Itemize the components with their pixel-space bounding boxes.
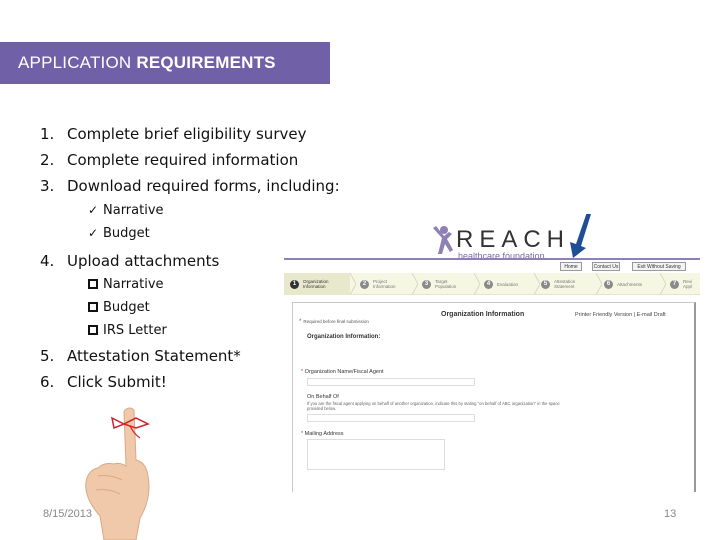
download-item: ✓ Budget <box>88 226 150 241</box>
step-text: Complete brief eligibility survey <box>67 125 307 143</box>
on-behalf-help: If you are the fiscal agent applying on … <box>307 401 560 411</box>
mailing-address-label: * Mailing Address <box>301 431 344 437</box>
step-number: 6. <box>40 373 55 391</box>
step-tab-organization-information[interactable]: 1 Organization Information <box>284 273 350 295</box>
step-separator <box>596 273 602 295</box>
step-tab-attachments[interactable]: 6 Attachments <box>600 273 660 295</box>
check-icon: ✓ <box>88 203 99 217</box>
person-figure-icon <box>433 226 453 254</box>
step-tab-review-application[interactable]: 7 Revi Appl <box>666 273 700 295</box>
step-text: Complete required information <box>67 151 299 169</box>
form-title: Organization Information <box>441 311 525 318</box>
org-name-label-text: Organization Name/Fiscal Agent <box>304 369 384 375</box>
step-tab-label: Target Population <box>435 279 457 289</box>
step-item: 4. Upload attachments <box>40 252 219 270</box>
step-text: Click Submit! <box>67 373 167 391</box>
step-tab-label: Attestation Statement <box>554 279 576 289</box>
mailing-address-label-text: Mailing Address <box>304 431 344 437</box>
step-tab-label: Project Information <box>373 279 396 289</box>
step-number-badge: 1 <box>290 279 299 289</box>
step-text: Upload attachments <box>67 252 220 270</box>
check-icon: ✓ <box>88 226 99 240</box>
step-item: 6. Click Submit! <box>40 373 167 391</box>
checkbox-icon <box>88 325 98 335</box>
step-item: 1. Complete brief eligibility survey <box>40 125 306 143</box>
download-item-text: Narrative <box>103 203 164 218</box>
progress-steps: 1 Organization Information 2 Project Infor… <box>284 273 700 295</box>
step-number: 5. <box>40 347 55 365</box>
org-name-label: * Organization Name/Fiscal Agent <box>301 369 384 375</box>
logo-word: REACH <box>456 226 571 253</box>
step-number: 2. <box>40 151 55 169</box>
step-separator <box>474 273 480 295</box>
upload-item: IRS Letter <box>88 323 167 338</box>
download-item: ✓ Narrative <box>88 203 164 218</box>
step-number: 1. <box>40 125 55 143</box>
download-item-text: Budget <box>103 226 150 241</box>
step-tab-attestation-statement[interactable]: 5 Attestation Statement <box>537 273 597 295</box>
step-tab-label: Revi Appl <box>683 279 693 289</box>
step-number-badge: 7 <box>670 279 679 289</box>
step-tab-label: Organization Information <box>303 279 329 289</box>
org-name-input[interactable] <box>307 378 475 386</box>
section-heading: Organization Information: <box>307 334 381 340</box>
step-item: 5. Attestation Statement* <box>40 347 241 365</box>
footer-date: 8/15/2013 <box>43 508 92 520</box>
mailing-address-textarea[interactable] <box>307 439 445 470</box>
step-tab-label: Evaluation <box>497 281 519 287</box>
step-text: Download required forms, including: <box>67 177 340 195</box>
step-item: 3. Download required forms, including: <box>40 177 340 195</box>
upload-item: Narrative <box>88 277 164 292</box>
step-number-badge: 6 <box>604 279 613 289</box>
step-tab-label: Attachments <box>617 281 643 287</box>
step-number-badge: 3 <box>422 279 431 289</box>
home-button[interactable]: Home <box>560 262 582 271</box>
checkbox-icon <box>88 302 98 312</box>
step-tab-evaluation[interactable]: 4 Evaluation <box>478 273 538 295</box>
step-number-badge: 5 <box>541 279 550 289</box>
upload-item: Budget <box>88 300 150 315</box>
header-divider <box>284 258 700 260</box>
step-separator <box>412 273 418 295</box>
upload-item-text: Narrative <box>103 277 164 292</box>
page-number: 13 <box>664 508 677 520</box>
on-behalf-input[interactable] <box>307 414 475 422</box>
on-behalf-label: On Behalf Of <box>307 394 339 400</box>
arrow-pointer-icon <box>570 214 591 258</box>
upload-item-text: Budget <box>103 300 150 315</box>
step-tab-target-population[interactable]: 3 Target Population <box>416 273 476 295</box>
step-separator <box>350 273 356 295</box>
step-separator <box>534 273 540 295</box>
step-text: Attestation Statement* <box>67 347 241 365</box>
form-links[interactable]: Printer Friendly Version | E-mail Draft <box>575 312 666 318</box>
required-note: * Required before final submission <box>299 319 369 325</box>
checkbox-icon <box>88 279 98 289</box>
step-number-badge: 2 <box>360 279 369 289</box>
step-separator <box>660 273 666 295</box>
step-number: 4. <box>40 252 55 270</box>
step-item: 2. Complete required information <box>40 151 298 169</box>
website-screenshot: REACH healthcare foundation Home Contact… <box>284 214 700 492</box>
required-star-icon: * <box>299 319 302 325</box>
upload-item-text: IRS Letter <box>103 323 167 338</box>
step-tab-project-information[interactable]: 2 Project Information <box>354 273 414 295</box>
step-number: 3. <box>40 177 55 195</box>
contact-us-button[interactable]: Contact Us <box>592 262 620 271</box>
required-note-text: Required before final submission <box>303 319 369 324</box>
organization-form: Organization Information Printer Friendl… <box>292 302 696 492</box>
step-number-badge: 4 <box>484 279 493 289</box>
exit-without-saving-button[interactable]: Exit Without Saving <box>632 262 686 271</box>
